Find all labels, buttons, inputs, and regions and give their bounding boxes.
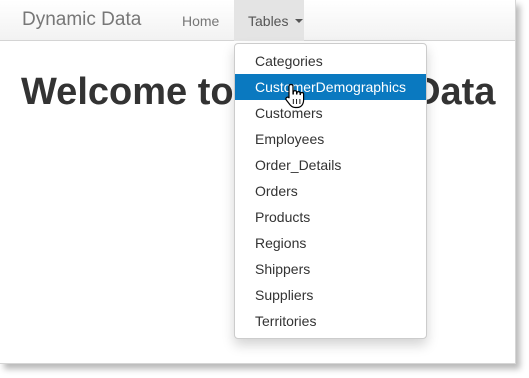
dropdown-item-suppliers[interactable]: Suppliers (235, 282, 426, 308)
dropdown-item-territories[interactable]: Territories (235, 308, 426, 334)
nav-tables-label: Tables (248, 13, 289, 29)
dropdown-item-customers[interactable]: Customers (235, 100, 426, 126)
dropdown-item-customerdemographics[interactable]: CustomerDemographics (235, 74, 426, 100)
caret-down-icon (295, 19, 303, 23)
dropdown-item-products[interactable]: Products (235, 204, 426, 230)
nav-tables-dropdown-toggle[interactable]: Tables (234, 0, 304, 41)
nav-home-link[interactable]: Home (182, 13, 219, 29)
browser-viewport: Dynamic Data Home Tables Welcome to Dyna… (0, 0, 516, 364)
dropdown-item-orders[interactable]: Orders (235, 178, 426, 204)
dropdown-item-categories[interactable]: Categories (235, 48, 426, 74)
brand-link[interactable]: Dynamic Data (22, 9, 141, 31)
dropdown-item-order-details[interactable]: Order_Details (235, 152, 426, 178)
tables-dropdown-menu: Categories CustomerDemographics Customer… (234, 43, 427, 339)
navbar: Dynamic Data Home Tables (0, 0, 515, 41)
dropdown-item-shippers[interactable]: Shippers (235, 256, 426, 282)
dropdown-item-employees[interactable]: Employees (235, 126, 426, 152)
hand-pointer-icon (285, 83, 305, 109)
dropdown-item-regions[interactable]: Regions (235, 230, 426, 256)
